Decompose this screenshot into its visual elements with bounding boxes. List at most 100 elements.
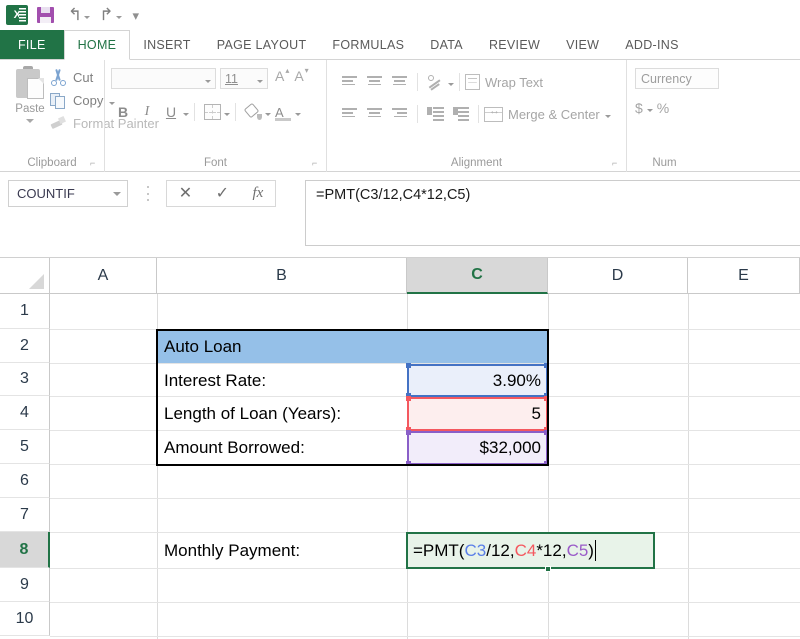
row-header-1[interactable]: 1 (0, 294, 50, 329)
column-header-b[interactable]: B (157, 258, 407, 294)
align-top-button[interactable] (337, 70, 362, 94)
tab-formulas[interactable]: FORMULAS (319, 30, 417, 59)
percent-format-button[interactable]: % (657, 100, 669, 116)
cell-b3[interactable]: Interest Rate: (159, 364, 405, 397)
font-size-value: 11 (225, 71, 238, 86)
font-size-caret-icon[interactable] (257, 79, 263, 83)
save-icon[interactable] (36, 5, 56, 25)
align-right-button[interactable] (387, 102, 412, 126)
orientation-button[interactable] (423, 70, 448, 94)
tab-file[interactable]: FILE (0, 30, 64, 59)
align-center-button[interactable] (362, 102, 387, 126)
accounting-format-button[interactable]: $ (635, 100, 643, 116)
row-header-4[interactable]: 4 (0, 396, 50, 430)
gridline-row-10 (50, 636, 800, 637)
tab-data[interactable]: DATA (417, 30, 476, 59)
undo-dropdown-caret-icon[interactable] (84, 16, 91, 19)
insert-function-icon[interactable]: fx (252, 186, 263, 201)
tab-page-layout[interactable]: PAGE LAYOUT (204, 30, 320, 59)
align-bottom-button[interactable] (387, 70, 412, 94)
formula-token-0: =PMT( (413, 540, 465, 560)
number-format-combobox[interactable]: Currency (635, 68, 719, 89)
orientation-dropdown-caret-icon[interactable] (448, 83, 454, 86)
row-header-3[interactable]: 3 (0, 363, 50, 396)
italic-button[interactable]: I (135, 100, 159, 124)
column-header-e[interactable]: E (688, 258, 800, 294)
underline-dropdown-caret-icon[interactable] (183, 113, 189, 116)
text-orientation-icon (427, 74, 444, 91)
borders-button[interactable] (200, 100, 224, 124)
redo-button[interactable]: ↱ (99, 6, 122, 24)
font-color-dropdown-caret-icon[interactable] (295, 113, 301, 116)
customize-quick-access-icon[interactable]: ▾ (133, 9, 140, 22)
row-header-2[interactable]: 2 (0, 329, 50, 363)
name-box-caret-icon[interactable] (113, 191, 121, 196)
paste-dropdown-caret-icon[interactable] (26, 119, 34, 123)
bold-button[interactable]: B (111, 100, 135, 124)
row-header-5[interactable]: 5 (0, 430, 50, 464)
font-color-button[interactable]: A (271, 100, 295, 124)
decrease-indent-icon (427, 107, 444, 121)
clipboard-dialog-launcher-icon[interactable]: ⌐ (90, 159, 99, 168)
gridline-col-c (548, 294, 549, 639)
row-header-9[interactable]: 9 (0, 568, 50, 602)
alignment-dialog-launcher-icon[interactable]: ⌐ (612, 159, 621, 168)
font-dialog-launcher-icon[interactable]: ⌐ (312, 159, 321, 168)
wrap-text-icon (465, 74, 480, 90)
increase-font-size-icon[interactable]: A ▴ (275, 66, 289, 84)
fill-color-button[interactable] (241, 100, 265, 124)
borders-dropdown-caret-icon[interactable] (224, 113, 230, 116)
number-format-buttons: $ % (635, 100, 669, 116)
align-left-button[interactable] (337, 102, 362, 126)
increase-indent-button[interactable] (448, 102, 473, 126)
select-all-corner[interactable] (0, 258, 50, 294)
tab-review[interactable]: REVIEW (476, 30, 553, 59)
formula-token-c4: C4 (514, 540, 537, 560)
tab-add-ins[interactable]: ADD-INS (612, 30, 692, 59)
cell-c3[interactable]: 3.90% (409, 364, 546, 397)
column-header-a[interactable]: A (50, 258, 157, 294)
enter-formula-icon[interactable]: ✓ (216, 185, 229, 202)
cell-c4[interactable]: 5 (409, 397, 546, 431)
font-name-caret-icon[interactable] (205, 79, 211, 83)
tab-view[interactable]: VIEW (553, 30, 612, 59)
decrease-indent-button[interactable] (423, 102, 448, 126)
cell-b8[interactable]: Monthly Payment: (159, 533, 405, 568)
alignment-group-label: Alignment (450, 157, 503, 169)
cut-label: Cut (73, 70, 94, 85)
column-header-c[interactable]: C (407, 258, 548, 294)
font-size-combobox[interactable]: 11 (220, 68, 268, 89)
cancel-formula-icon[interactable]: ✕ (179, 185, 192, 202)
column-header-d[interactable]: D (548, 258, 688, 294)
tab-insert[interactable]: INSERT (130, 30, 203, 59)
formula-bar-grip[interactable] (146, 186, 149, 201)
row-header-6[interactable]: 6 (0, 464, 50, 498)
merge-dropdown-caret-icon[interactable] (604, 115, 611, 118)
accounting-dropdown-caret-icon[interactable] (646, 109, 653, 112)
row-header-7[interactable]: 7 (0, 498, 50, 532)
undo-button[interactable]: ↰ (68, 6, 91, 24)
row-header-8[interactable]: 8 (0, 532, 50, 568)
cell-b5[interactable]: Amount Borrowed: (159, 431, 405, 465)
formula-input[interactable]: =PMT(C3/12,C4*12,C5) (305, 180, 800, 246)
merge-and-center-button[interactable]: Merge & Center (484, 105, 611, 122)
fill-handle[interactable] (545, 566, 551, 572)
row-header-10[interactable]: 10 (0, 602, 50, 636)
redo-dropdown-caret-icon[interactable] (115, 16, 122, 19)
cell-b2[interactable]: Auto Loan (159, 330, 405, 363)
paste-icon (13, 66, 47, 102)
cell-c5[interactable]: $32,000 (409, 431, 546, 465)
paste-button[interactable]: Paste (6, 66, 54, 123)
wrap-text-button[interactable]: Wrap Text (465, 74, 543, 90)
font-name-combobox[interactable] (111, 68, 216, 89)
tab-home[interactable]: HOME (63, 30, 131, 60)
name-box[interactable]: COUNTIF (8, 180, 128, 207)
worksheet-grid: A B C D E 1 2 3 4 5 6 7 8 9 10 Auto Loan… (0, 258, 800, 639)
underline-button[interactable]: U (159, 100, 183, 124)
cell-b4[interactable]: Length of Loan (Years): (159, 397, 407, 431)
cell-c8-editing[interactable]: =PMT(C3/12, C4 *12, C5) (406, 532, 655, 569)
align-middle-button[interactable] (362, 70, 387, 94)
paste-label: Paste (15, 103, 45, 115)
save-icon-label (40, 17, 51, 23)
decrease-font-size-icon[interactable]: A ▾ (294, 66, 308, 84)
